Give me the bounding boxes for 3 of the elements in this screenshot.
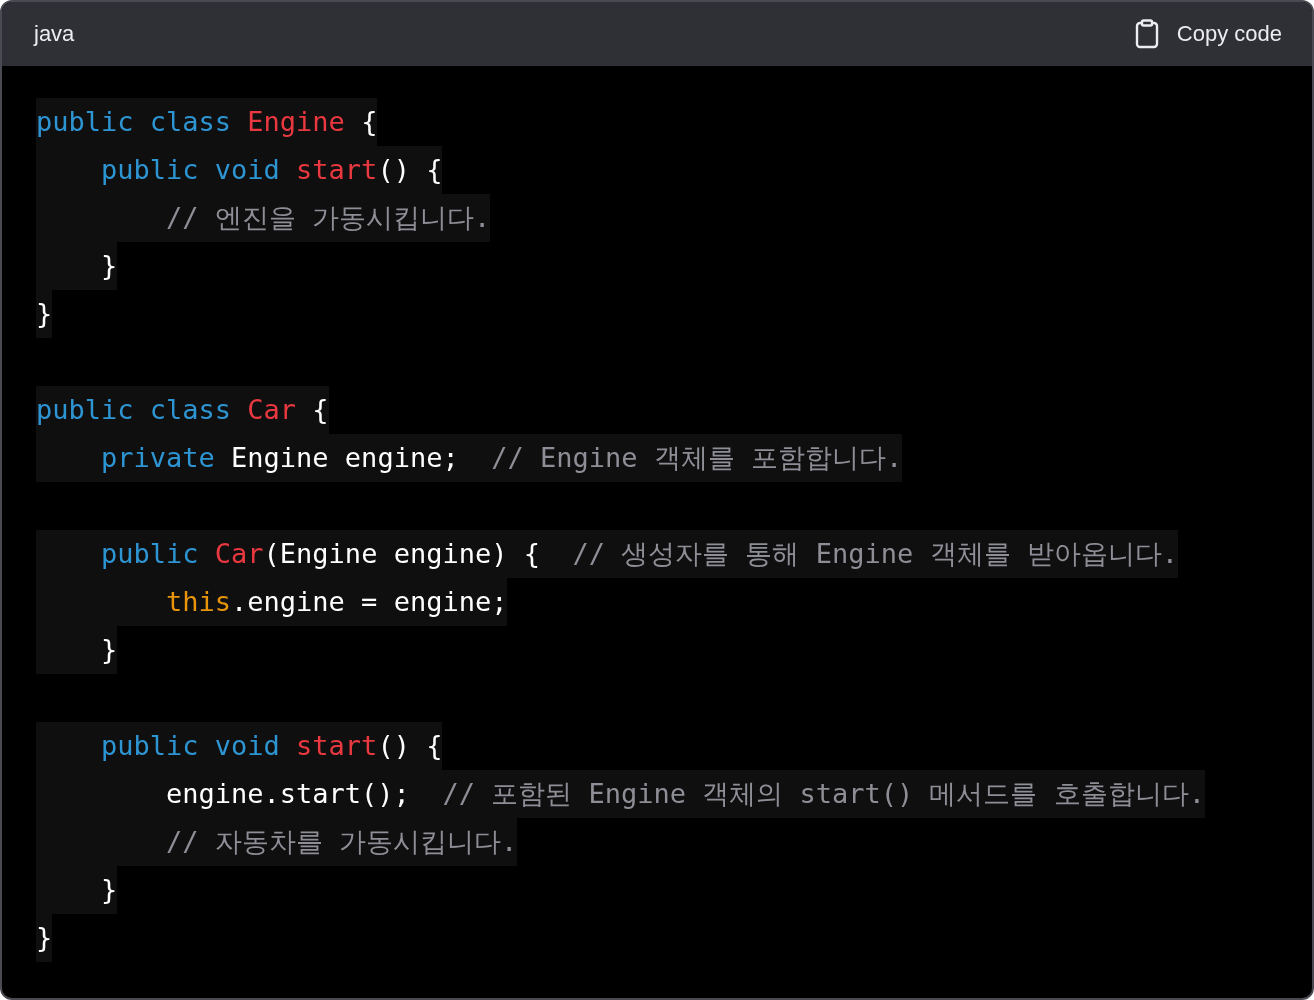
copy-code-button[interactable]: Copy code	[1134, 15, 1282, 53]
clipboard-icon	[1134, 19, 1159, 49]
language-label: java	[34, 21, 75, 47]
